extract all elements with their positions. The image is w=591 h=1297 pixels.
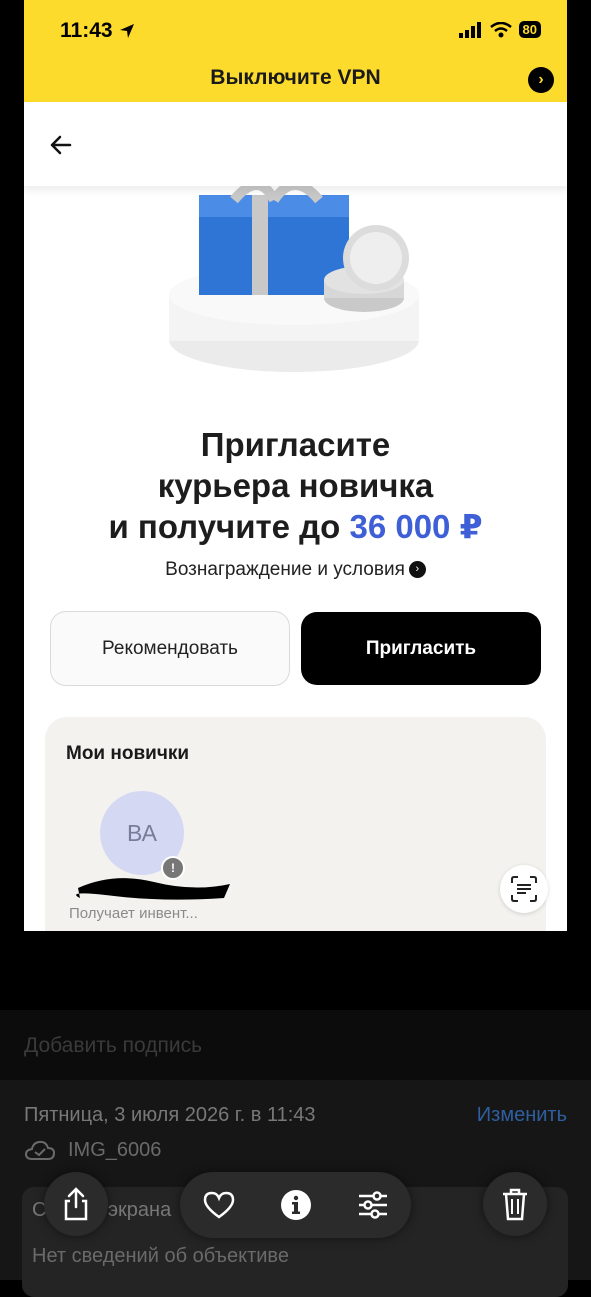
heart-icon <box>203 1191 234 1219</box>
info-icon <box>280 1190 311 1220</box>
vpn-banner-text[interactable]: Выключите VPN <box>24 66 567 90</box>
top-nav <box>24 102 567 186</box>
headline-line-2: курьера новичка <box>157 467 434 504</box>
vpn-chevron-icon[interactable]: › <box>528 67 554 93</box>
share-icon <box>64 1187 88 1221</box>
card-title: Мои новички <box>66 743 190 764</box>
signal-icon <box>458 21 481 38</box>
delete-button[interactable] <box>483 1172 547 1236</box>
icloud-check-icon <box>24 1140 56 1160</box>
edit-date-link[interactable]: Изменить <box>477 1104 567 1127</box>
invite-button[interactable]: Пригласить <box>301 612 541 685</box>
promo-headline: Пригласите курьера новичка и получите до… <box>24 424 567 547</box>
text-scan-icon <box>511 876 537 902</box>
rookie-status: Получает инвент... <box>69 905 198 922</box>
chevron-right-icon: › <box>408 561 426 579</box>
lens-info: Нет сведений об объективе <box>32 1245 289 1267</box>
location-arrow-icon <box>120 24 134 38</box>
adjust-button[interactable] <box>348 1180 398 1230</box>
back-arrow-icon[interactable] <box>48 132 74 158</box>
caption-input[interactable]: Добавить подпись <box>24 1034 202 1058</box>
recommend-button[interactable]: Рекомендовать <box>50 611 290 686</box>
live-text-button[interactable] <box>500 865 548 913</box>
headline-line-3: и получите до 36 000 ₽ <box>24 506 567 547</box>
center-toolbar <box>180 1172 411 1238</box>
headline-prefix: и получите до <box>108 508 350 545</box>
adjust-icon <box>358 1191 387 1219</box>
trash-icon <box>503 1188 527 1221</box>
photo-date: Пятница, 3 июля 2026 г. в 11:43 <box>24 1104 316 1126</box>
headline-line-1: Пригласите <box>200 426 391 463</box>
terms-link-label: Вознаграждение и условия <box>165 559 405 580</box>
app-screen: 11:43 80 Выключите VPN › Пригласите курь… <box>24 0 567 931</box>
share-button[interactable] <box>44 1172 108 1236</box>
wifi-icon <box>489 21 512 37</box>
info-button[interactable] <box>271 1180 321 1230</box>
status-time: 11:43 <box>60 19 113 42</box>
battery-indicator: 80 <box>518 21 541 38</box>
file-name: IMG_6006 <box>68 1139 162 1161</box>
terms-link[interactable]: Вознаграждение и условия › <box>24 559 567 581</box>
status-indicators: 80 <box>458 21 541 38</box>
redaction-scribble <box>76 878 230 900</box>
favorite-button[interactable] <box>194 1180 244 1230</box>
reward-amount: 36 000 ₽ <box>349 508 483 545</box>
gift-illustration <box>169 180 419 372</box>
